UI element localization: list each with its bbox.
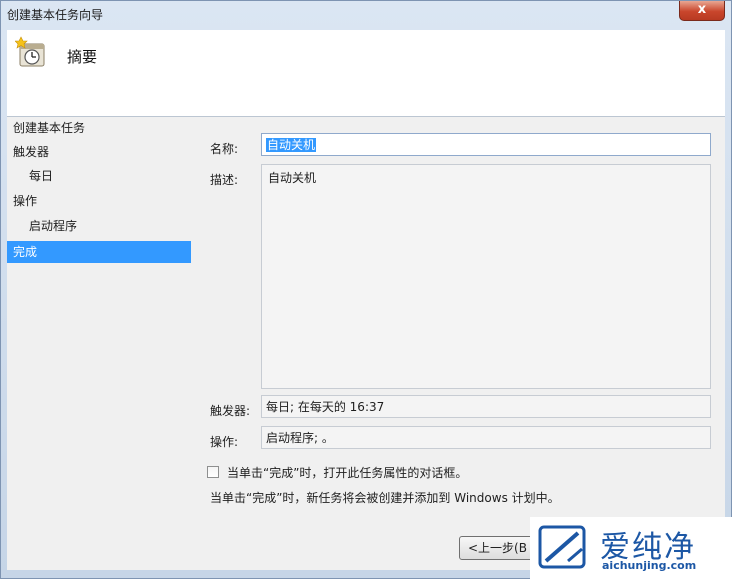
description-field[interactable]: 自动关机: [261, 164, 711, 389]
nav-step-daily[interactable]: 每日: [29, 165, 53, 187]
description-label: 描述:: [210, 173, 239, 187]
trigger-value: 每日; 在每天的 16:37: [266, 400, 385, 414]
open-properties-checkbox-label[interactable]: 当单击“完成”时，打开此任务属性的对话框。: [227, 464, 467, 481]
watermark-logo-icon: [538, 525, 594, 574]
action-value: 启动程序; 。: [266, 431, 334, 445]
open-properties-checkbox[interactable]: [207, 466, 219, 478]
name-label: 名称:: [210, 142, 239, 156]
trigger-label: 触发器:: [210, 404, 251, 418]
close-button[interactable]: x: [679, 1, 725, 21]
title-bar[interactable]: 创建基本任务向导 x: [1, 1, 731, 29]
nav-step-create-basic-task[interactable]: 创建基本任务: [13, 117, 85, 139]
close-icon: x: [697, 2, 707, 17]
site-watermark: 爱纯净 aichunjing.com: [530, 517, 732, 579]
task-clock-icon: [14, 36, 49, 70]
nav-step-trigger[interactable]: 触发器: [13, 141, 49, 163]
nav-step-start-program[interactable]: 启动程序: [29, 215, 77, 237]
back-button[interactable]: <上一步(B: [459, 536, 539, 560]
action-label: 操作:: [210, 435, 239, 449]
trigger-summary-field: 每日; 在每天的 16:37: [261, 395, 711, 418]
action-summary-field: 启动程序; 。: [261, 426, 711, 449]
name-field[interactable]: 自动关机: [261, 133, 711, 156]
description-value: 自动关机: [268, 171, 317, 185]
window-title: 创建基本任务向导: [7, 8, 104, 22]
wizard-header: 摘要: [7, 30, 725, 117]
nav-step-finish[interactable]: 完成: [7, 241, 191, 263]
wizard-content: 创建基本任务 触发器 每日 操作 启动程序 完成 名称: 自动关机 描述: 自动…: [7, 117, 725, 570]
wizard-steps-nav: 创建基本任务 触发器 每日 操作 启动程序 完成: [7, 117, 191, 570]
page-title: 摘要: [67, 48, 98, 66]
nav-step-action[interactable]: 操作: [13, 190, 37, 212]
watermark-en: aichunjing.com: [602, 559, 697, 572]
info-text: 当单击“完成”时，新任务将会被创建并添加到 Windows 计划中。: [210, 491, 560, 505]
name-field-value: 自动关机: [266, 138, 317, 152]
wizard-window: 创建基本任务向导 x 摘要 创建基本任务 触发器 每日 操作 启动程序 完成 名…: [0, 0, 732, 579]
